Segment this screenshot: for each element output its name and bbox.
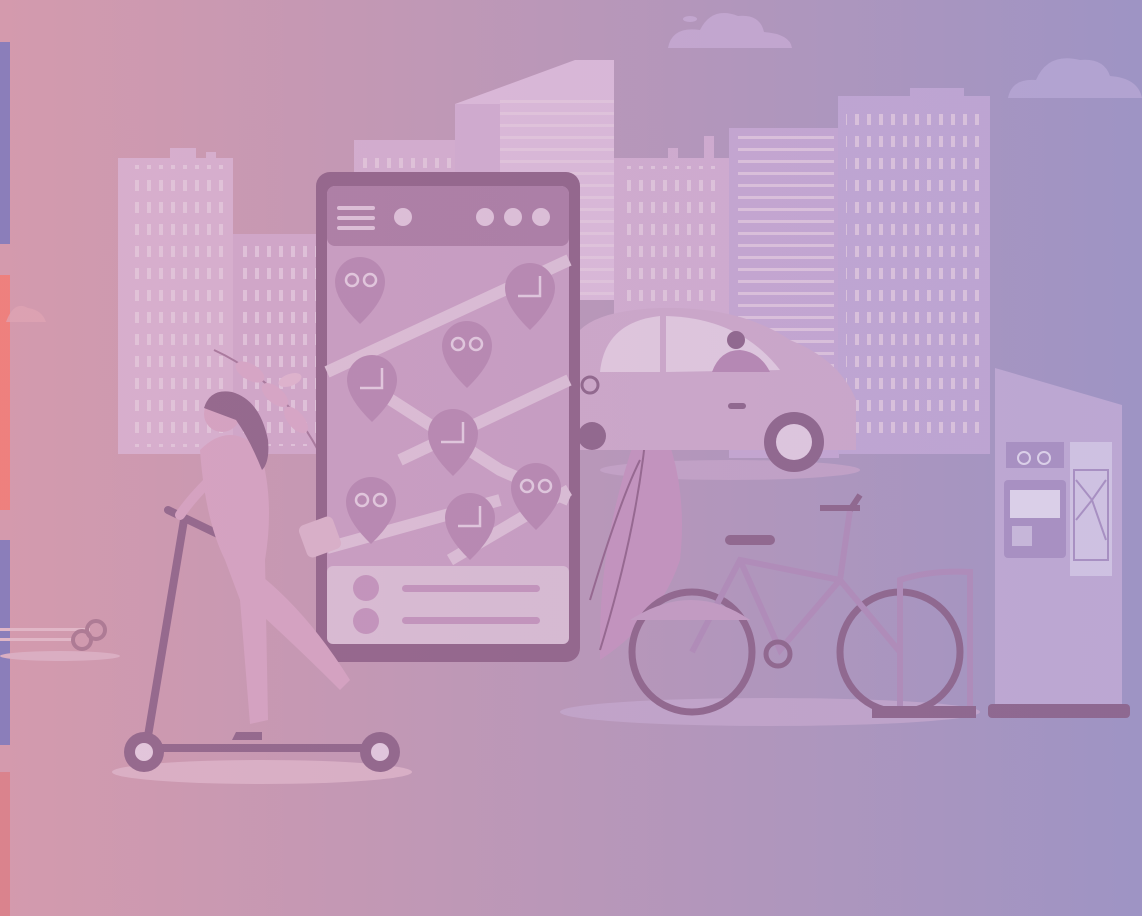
color-wash	[0, 0, 1142, 916]
city-mobility-scene	[0, 0, 1142, 916]
mobility-illustration	[0, 0, 1142, 916]
